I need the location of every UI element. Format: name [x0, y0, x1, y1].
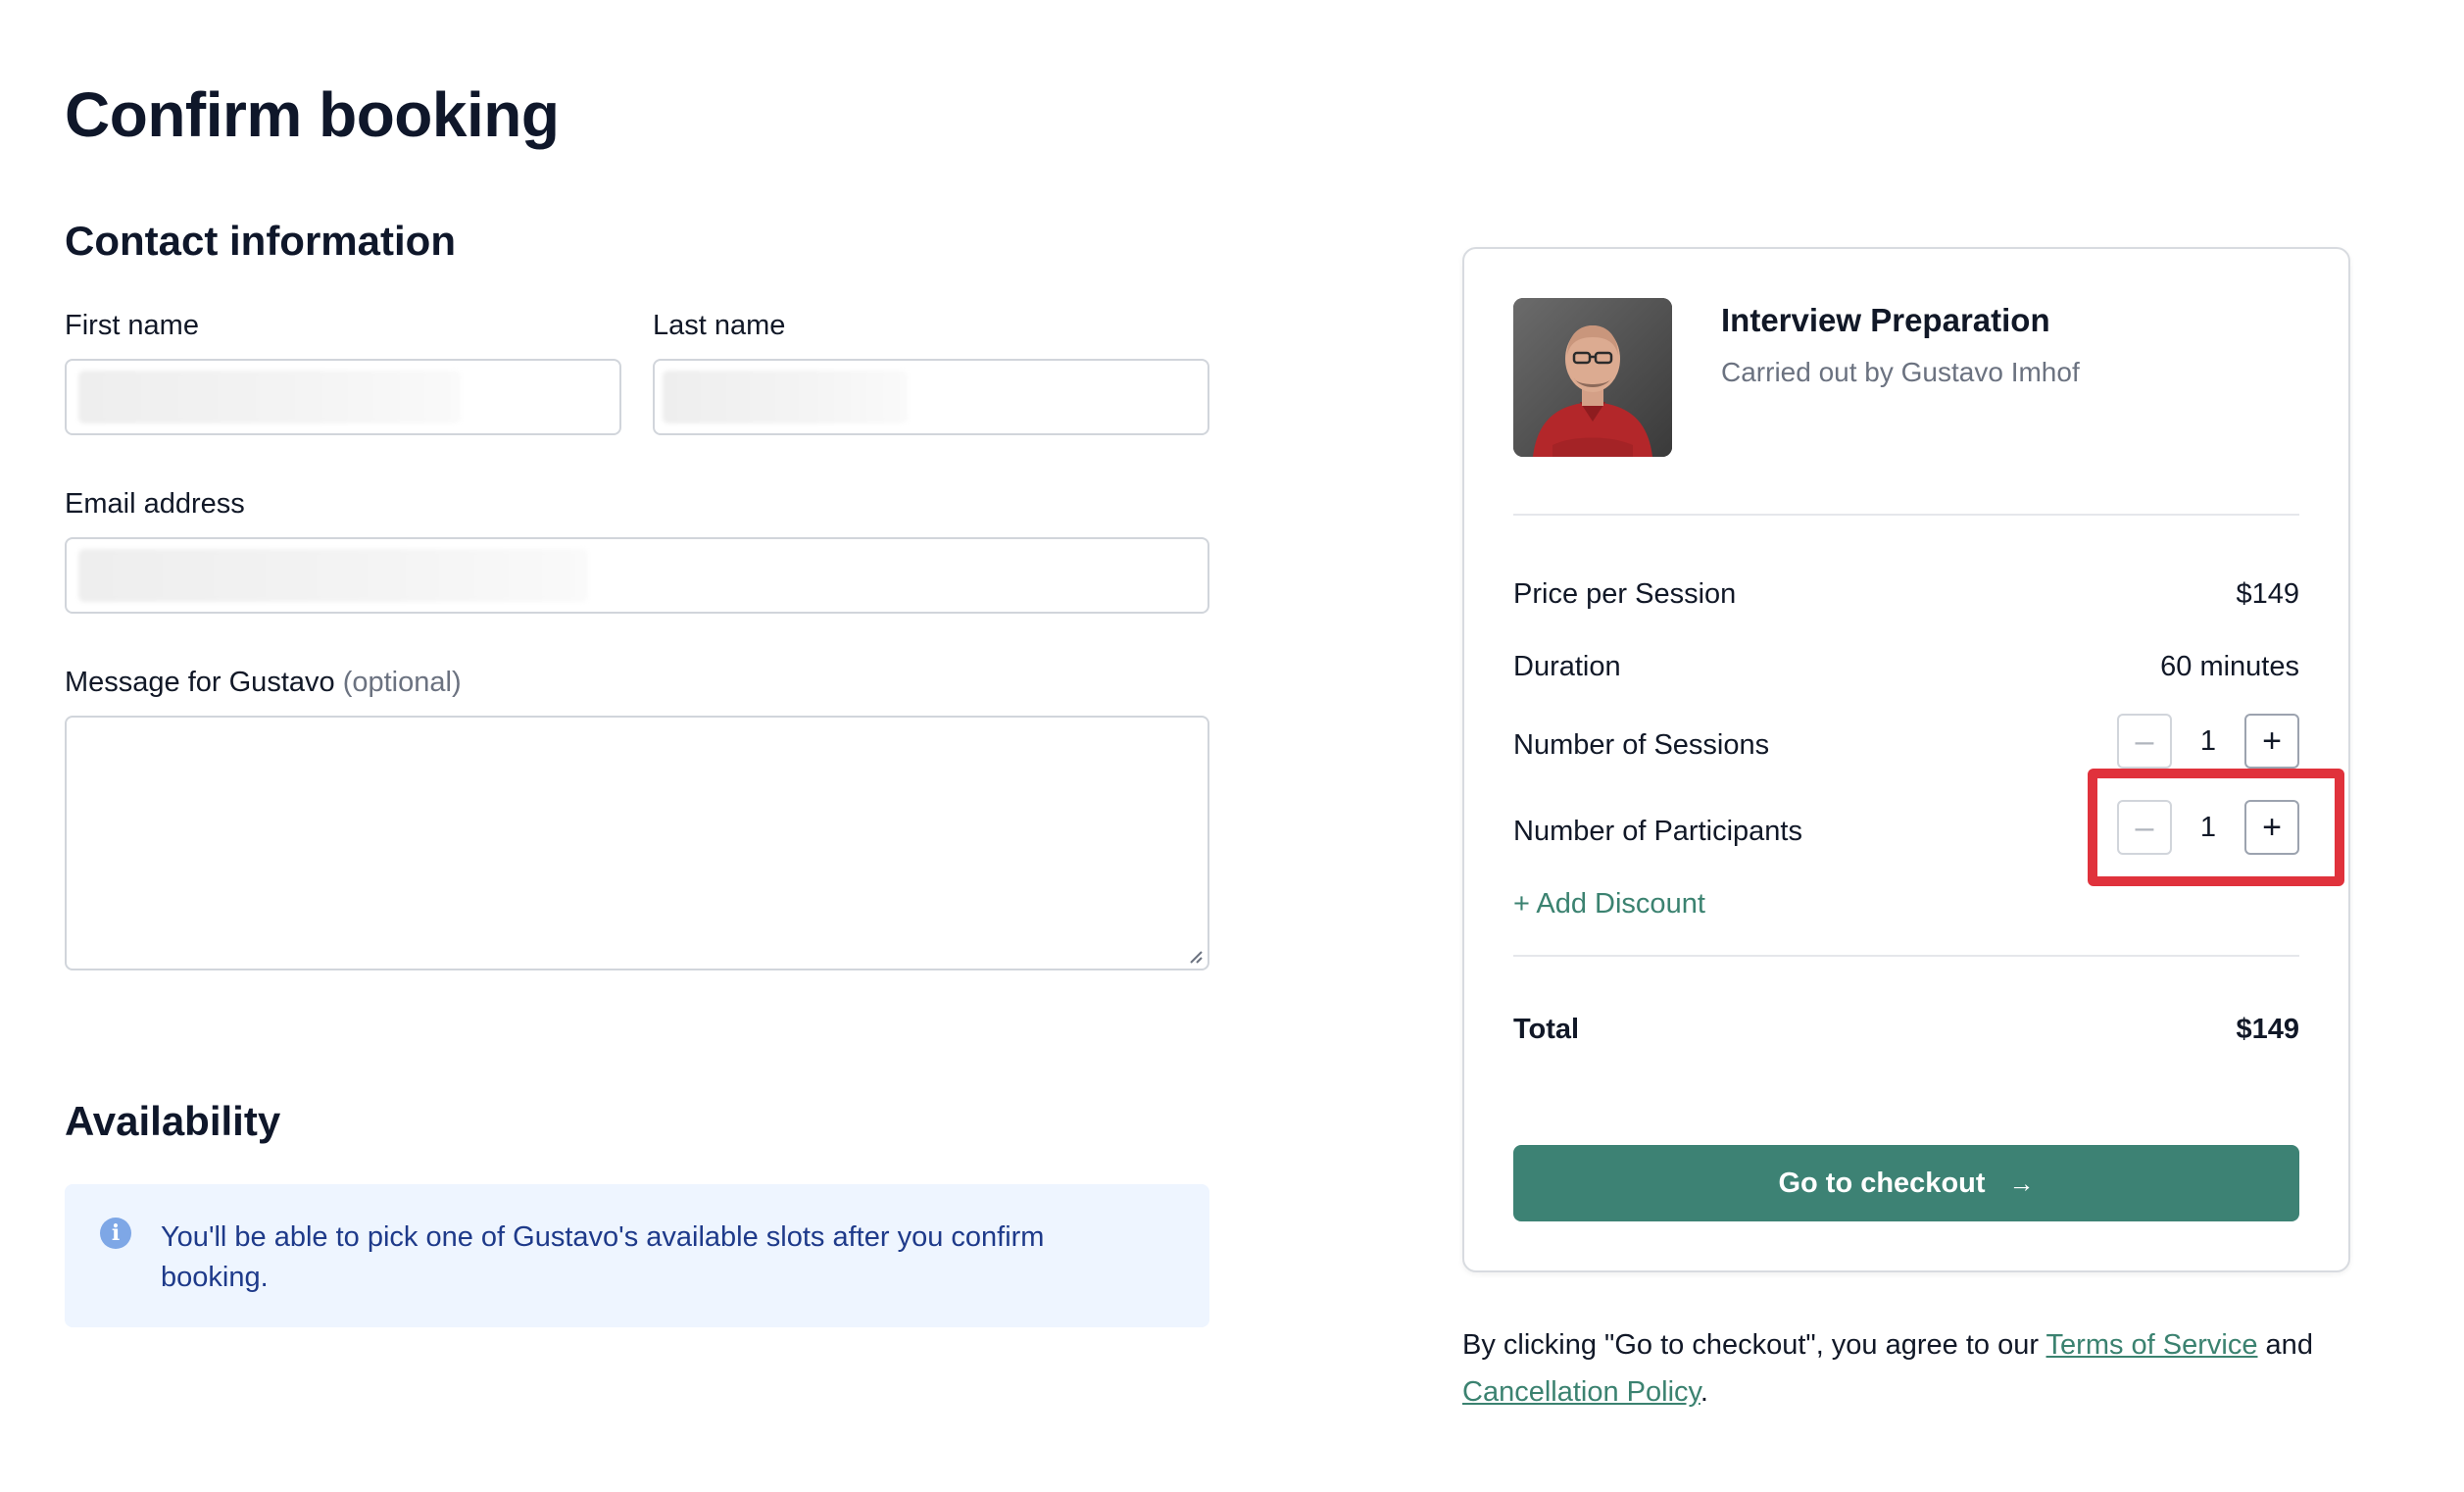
booking-summary-card: Interview Preparation Carried out by Gus… [1462, 247, 2350, 1272]
sessions-stepper: – 1 + [2117, 714, 2299, 769]
email-label: Email address [65, 488, 245, 520]
coach-photo [1513, 298, 1672, 457]
participants-decrement-button[interactable]: – [2117, 800, 2172, 855]
divider [1513, 514, 2299, 516]
price-value: $149 [2236, 578, 2299, 610]
terms-of-service-link[interactable]: Terms of Service [2046, 1329, 2258, 1361]
message-label-text: Message for Gustavo [65, 667, 335, 698]
checkout-label: Go to checkout [1778, 1167, 1986, 1199]
message-label: Message for Gustavo (optional) [65, 667, 462, 699]
redacted-value [78, 371, 461, 423]
first-name-input[interactable] [65, 359, 621, 435]
sessions-decrement-button[interactable]: – [2117, 714, 2172, 769]
page-title: Confirm booking [65, 79, 560, 150]
first-name-label: First name [65, 310, 199, 341]
service-title: Interview Preparation [1721, 302, 2050, 338]
terms-middle: and [2257, 1329, 2313, 1361]
email-input[interactable] [65, 537, 1209, 614]
redacted-value [78, 549, 588, 602]
participants-label: Number of Participants [1513, 816, 1802, 847]
total-label: Total [1513, 1014, 1580, 1045]
terms-prefix: By clicking "Go to checkout", you agree … [1462, 1329, 2046, 1361]
availability-info-banner: i You'll be able to pick one of Gustavo'… [65, 1184, 1209, 1327]
duration-label: Duration [1513, 651, 1621, 682]
redacted-value [663, 371, 908, 423]
availability-section-title: Availability [65, 1098, 281, 1144]
terms-suffix: . [1700, 1376, 1708, 1408]
availability-info-text: You'll be able to pick one of Gustavo's … [161, 1221, 1045, 1293]
duration-value: 60 minutes [2160, 651, 2299, 682]
terms-notice: By clicking "Go to checkout", you agree … [1462, 1321, 2364, 1416]
sessions-value: 1 [2199, 724, 2217, 757]
info-icon: i [100, 1218, 131, 1249]
last-name-input[interactable] [653, 359, 1209, 435]
last-name-label: Last name [653, 310, 786, 341]
cancellation-policy-link[interactable]: Cancellation Policy [1462, 1376, 1700, 1408]
avatar [1513, 298, 1672, 457]
minus-icon: – [2135, 809, 2154, 846]
resize-grip-icon[interactable] [1186, 947, 1204, 965]
participants-stepper: – 1 + [2117, 800, 2299, 855]
price-label: Price per Session [1513, 578, 1737, 610]
add-discount-link[interactable]: + Add Discount [1513, 888, 1705, 920]
contact-section-title: Contact information [65, 218, 456, 264]
total-value: $149 [2236, 1014, 2299, 1045]
optional-hint: (optional) [342, 667, 462, 698]
divider [1513, 955, 2299, 957]
message-textarea[interactable] [65, 716, 1209, 970]
sessions-increment-button[interactable]: + [2244, 714, 2299, 769]
participants-value: 1 [2199, 811, 2217, 843]
go-to-checkout-button[interactable]: Go to checkout → [1513, 1145, 2299, 1221]
minus-icon: – [2135, 722, 2154, 760]
plus-icon: + [2262, 722, 2282, 760]
service-subtitle: Carried out by Gustavo Imhof [1721, 357, 2080, 387]
sessions-label: Number of Sessions [1513, 729, 1770, 761]
participants-increment-button[interactable]: + [2244, 800, 2299, 855]
plus-icon: + [2262, 809, 2282, 846]
arrow-right-icon: → [2008, 1168, 2035, 1198]
